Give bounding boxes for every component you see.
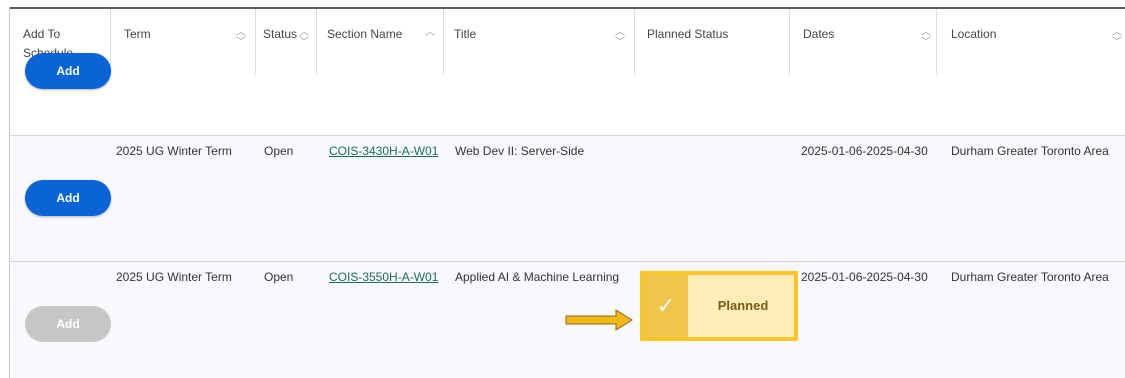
col-header-location-label: Location — [951, 27, 997, 41]
add-to-schedule-button[interactable]: Add — [25, 180, 111, 216]
col-header-term-label: Term — [124, 27, 151, 41]
col-header-section-name[interactable]: Section Name ︿ — [317, 9, 444, 75]
col-header-planned-label: Planned Status — [647, 27, 729, 41]
add-to-schedule-button-disabled: Add — [25, 306, 111, 342]
col-header-section-label: Section Name — [327, 27, 403, 41]
planned-status-label: Planned — [717, 298, 769, 313]
col-header-term[interactable]: Term ︿ ﹀ — [111, 9, 256, 75]
col-header-status[interactable]: Status ︿ ﹀ — [256, 9, 317, 75]
col-header-planned-status: Planned Status — [635, 9, 790, 75]
col-header-title[interactable]: Title ︿ ﹀ — [444, 9, 635, 75]
col-header-add-line1: Add To — [23, 27, 61, 41]
table-row: Add — [10, 53, 1125, 136]
col-header-status-label: Status — [263, 27, 298, 41]
planned-status-highlight: ✓ Planned — [640, 271, 798, 341]
location-cell: Durham Greater Toronto Area — [951, 144, 1109, 158]
sort-down-icon: ﹀ — [921, 37, 931, 48]
term-cell: 2025 UG Winter Term — [116, 144, 232, 158]
sort-down-icon: ﹀ — [236, 37, 246, 48]
table-header: Add To Schedule Term ︿﹀ Status ︿﹀ Sectio… — [10, 9, 1125, 76]
col-header-location[interactable]: Location ︿ ﹀ — [937, 9, 1125, 75]
section-name-link[interactable]: COIS-3550H-A-W01 — [329, 270, 438, 284]
sort-up-icon: ︿ — [425, 27, 435, 38]
annotation-arrow-icon — [565, 309, 633, 331]
table-row: 2025 UG Winter Term Open COIS-3430H-A-W0… — [10, 136, 1125, 262]
table-row: 2025 UG Winter Term Open COIS-3550H-A-W0… — [10, 262, 1125, 378]
title-cell: Applied AI & Machine Learning — [455, 270, 620, 284]
col-header-title-label: Title — [454, 27, 477, 41]
status-cell: Open — [264, 270, 294, 284]
dates-cell: 2025-01-06-2025-04-30 — [801, 144, 928, 158]
planned-status-badge: ✓ Planned — [644, 275, 794, 337]
term-cell: 2025 UG Winter Term — [116, 270, 232, 284]
sort-toggle-location[interactable]: ︿ ﹀ — [1112, 28, 1122, 52]
sort-toggle-status[interactable]: ︿ ﹀ — [299, 28, 309, 52]
col-header-dates-label: Dates — [803, 27, 835, 41]
title-cell: Web Dev II: Server-Side — [455, 144, 585, 158]
sort-toggle-section[interactable]: ︿ — [425, 28, 435, 52]
sort-toggle-dates[interactable]: ︿ ﹀ — [921, 28, 931, 52]
checkmark-icon: ✓ — [644, 275, 688, 337]
dates-cell: 2025-01-06-2025-04-30 — [801, 270, 928, 284]
sort-toggle-term[interactable]: ︿ ﹀ — [236, 28, 246, 52]
sort-toggle-title[interactable]: ︿ ﹀ — [615, 28, 625, 52]
col-header-dates[interactable]: Dates ︿ ﹀ — [790, 9, 937, 75]
location-cell: Durham Greater Toronto Area — [951, 270, 1109, 284]
sort-down-icon: ﹀ — [299, 37, 309, 48]
sort-down-icon: ﹀ — [615, 37, 625, 48]
section-name-link[interactable]: COIS-3430H-A-W01 — [329, 144, 438, 158]
sort-down-icon: ﹀ — [1112, 37, 1122, 48]
add-to-schedule-button[interactable]: Add — [25, 53, 111, 89]
status-cell: Open — [264, 144, 294, 158]
